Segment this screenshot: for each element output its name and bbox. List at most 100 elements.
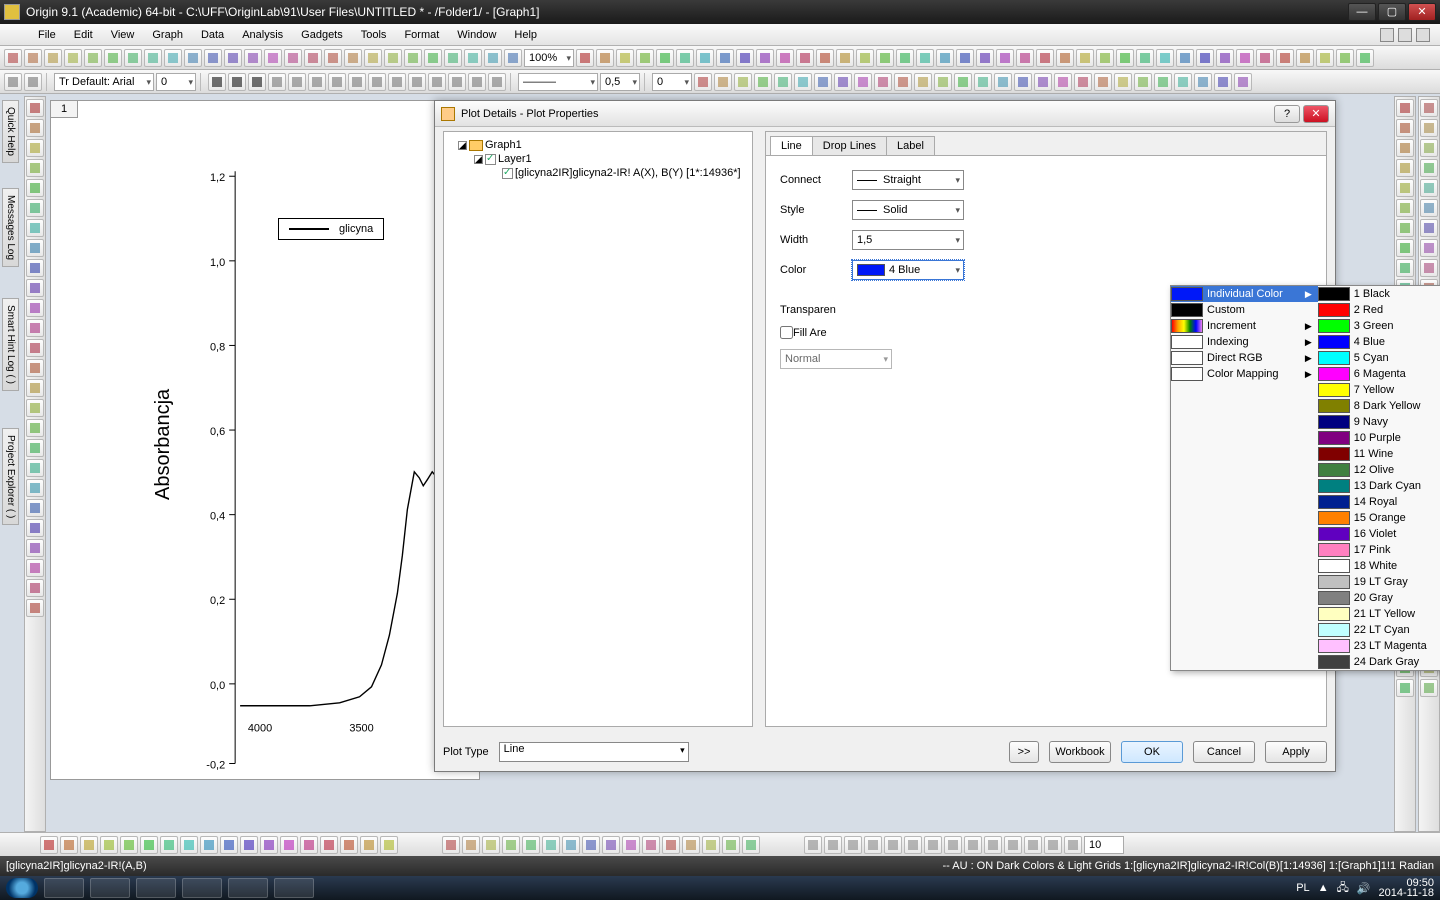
tool-btn[interactable]	[26, 219, 44, 237]
dialog-help-button[interactable]: ?	[1274, 105, 1300, 123]
plot-type-btn[interactable]	[240, 836, 258, 854]
close-button[interactable]: ✕	[1408, 3, 1436, 21]
toolbar-btn[interactable]	[448, 73, 466, 91]
toolbar-btn[interactable]	[484, 49, 502, 67]
menu-analysis[interactable]: Analysis	[234, 27, 291, 43]
layout-btn[interactable]	[844, 836, 862, 854]
tool-btn[interactable]	[26, 519, 44, 537]
tool-btn[interactable]	[1420, 679, 1438, 697]
plot-type-btn[interactable]	[80, 836, 98, 854]
tool-btn[interactable]	[26, 579, 44, 597]
toolbar-btn[interactable]	[636, 49, 654, 67]
toolbar-btn[interactable]	[1256, 49, 1274, 67]
ok-button[interactable]: OK	[1121, 741, 1183, 763]
plot-type-btn[interactable]	[360, 836, 378, 854]
menu-edit[interactable]: Edit	[66, 27, 101, 43]
color-mode-item[interactable]: Color Mapping▶	[1171, 366, 1318, 382]
tool-btn[interactable]	[1420, 219, 1438, 237]
color-list-item[interactable]: 2 Red	[1318, 302, 1440, 318]
layout-btn[interactable]	[804, 836, 822, 854]
menu-tools[interactable]: Tools	[353, 27, 395, 43]
toolbar-btn[interactable]	[914, 73, 932, 91]
plot-type-btn[interactable]	[280, 836, 298, 854]
plot-type-btn[interactable]	[140, 836, 158, 854]
toolbar-btn[interactable]	[894, 73, 912, 91]
toolbar-btn[interactable]	[64, 49, 82, 67]
toolbar-btn[interactable]	[854, 73, 872, 91]
toolbar-btn[interactable]	[734, 73, 752, 91]
toolbar-btn[interactable]	[408, 73, 426, 91]
toolbar-btn[interactable]	[776, 49, 794, 67]
toolbar-btn[interactable]	[24, 49, 42, 67]
dialog-close-button[interactable]: ✕	[1303, 105, 1329, 123]
plot-type-btn[interactable]	[40, 836, 58, 854]
toolbar-btn[interactable]	[996, 49, 1014, 67]
toolbar-btn[interactable]	[834, 73, 852, 91]
toolbar-btn[interactable]	[1194, 73, 1212, 91]
toolbar-btn[interactable]	[1074, 73, 1092, 91]
toolbar-btn[interactable]	[204, 49, 222, 67]
toolbar-btn[interactable]	[1156, 49, 1174, 67]
toolbar-btn[interactable]	[164, 49, 182, 67]
toolbar-btn[interactable]	[836, 49, 854, 67]
dataset-checkbox[interactable]	[502, 168, 513, 179]
toolbar-btn[interactable]	[268, 73, 286, 91]
layout-btn[interactable]	[944, 836, 962, 854]
expand-button[interactable]: >>	[1009, 741, 1039, 763]
toolbar-btn[interactable]	[1134, 73, 1152, 91]
tool-btn[interactable]	[26, 199, 44, 217]
toolbar-btn[interactable]	[288, 73, 306, 91]
toolbar-btn[interactable]	[124, 49, 142, 67]
color-list-item[interactable]: 15 Orange	[1318, 510, 1440, 526]
toolbar-btn[interactable]	[84, 49, 102, 67]
taskbar-app[interactable]	[44, 878, 84, 898]
toolbar-btn[interactable]	[896, 49, 914, 67]
layout-btn[interactable]	[924, 836, 942, 854]
linewidth-combo[interactable]: 0,5	[600, 73, 640, 91]
toolbar-btn[interactable]	[676, 49, 694, 67]
tool-btn[interactable]	[1396, 239, 1414, 257]
color-list-item[interactable]: 11 Wine	[1318, 446, 1440, 462]
plot-type-btn[interactable]	[582, 836, 600, 854]
tool-btn[interactable]	[1396, 259, 1414, 277]
layout-btn[interactable]	[1044, 836, 1062, 854]
toolbar-btn[interactable]	[616, 49, 634, 67]
tree-graph[interactable]: Graph1	[485, 139, 522, 151]
toolbar-btn[interactable]	[794, 73, 812, 91]
layout-btn[interactable]	[824, 836, 842, 854]
tool-btn[interactable]	[26, 399, 44, 417]
sidetab-project[interactable]: Project Explorer ( )	[2, 428, 19, 525]
workbook-button[interactable]: Workbook	[1049, 741, 1111, 763]
taskbar-app[interactable]	[182, 878, 222, 898]
toolbar-btn[interactable]	[388, 73, 406, 91]
toolbar-btn[interactable]	[1096, 49, 1114, 67]
color-list-item[interactable]: 3 Green	[1318, 318, 1440, 334]
tool-btn[interactable]	[1396, 219, 1414, 237]
toolbar-btn[interactable]	[1214, 73, 1232, 91]
toolbar-btn[interactable]	[934, 73, 952, 91]
toolbar-btn[interactable]	[444, 49, 462, 67]
tool-btn[interactable]	[26, 259, 44, 277]
toolbar-btn[interactable]	[696, 49, 714, 67]
menu-graph[interactable]: Graph	[144, 27, 191, 43]
tree-toggle[interactable]: ◢	[458, 141, 467, 150]
toolbar-btn[interactable]	[694, 73, 712, 91]
toolbar-btn[interactable]	[936, 49, 954, 67]
toolbar-btn[interactable]	[504, 49, 522, 67]
color-list-item[interactable]: 19 LT Gray	[1318, 574, 1440, 590]
toolbar-btn[interactable]	[308, 73, 326, 91]
toolbar-btn[interactable]	[44, 49, 62, 67]
tool-btn[interactable]	[26, 439, 44, 457]
menu-gadgets[interactable]: Gadgets	[293, 27, 351, 43]
linestyle-combo[interactable]: ———	[518, 73, 598, 91]
fontsize-combo[interactable]: 0	[156, 73, 196, 91]
color-list-item[interactable]: 8 Dark Yellow	[1318, 398, 1440, 414]
toolbar-btn[interactable]	[1036, 49, 1054, 67]
toolbar-btn[interactable]	[328, 73, 346, 91]
toolbar-btn[interactable]	[264, 49, 282, 67]
toolbar-btn[interactable]	[1216, 49, 1234, 67]
plot-type-btn[interactable]	[562, 836, 580, 854]
tray-flag-icon[interactable]: ▲	[1318, 882, 1329, 894]
plot-type-btn[interactable]	[502, 836, 520, 854]
plot-type-btn[interactable]	[542, 836, 560, 854]
